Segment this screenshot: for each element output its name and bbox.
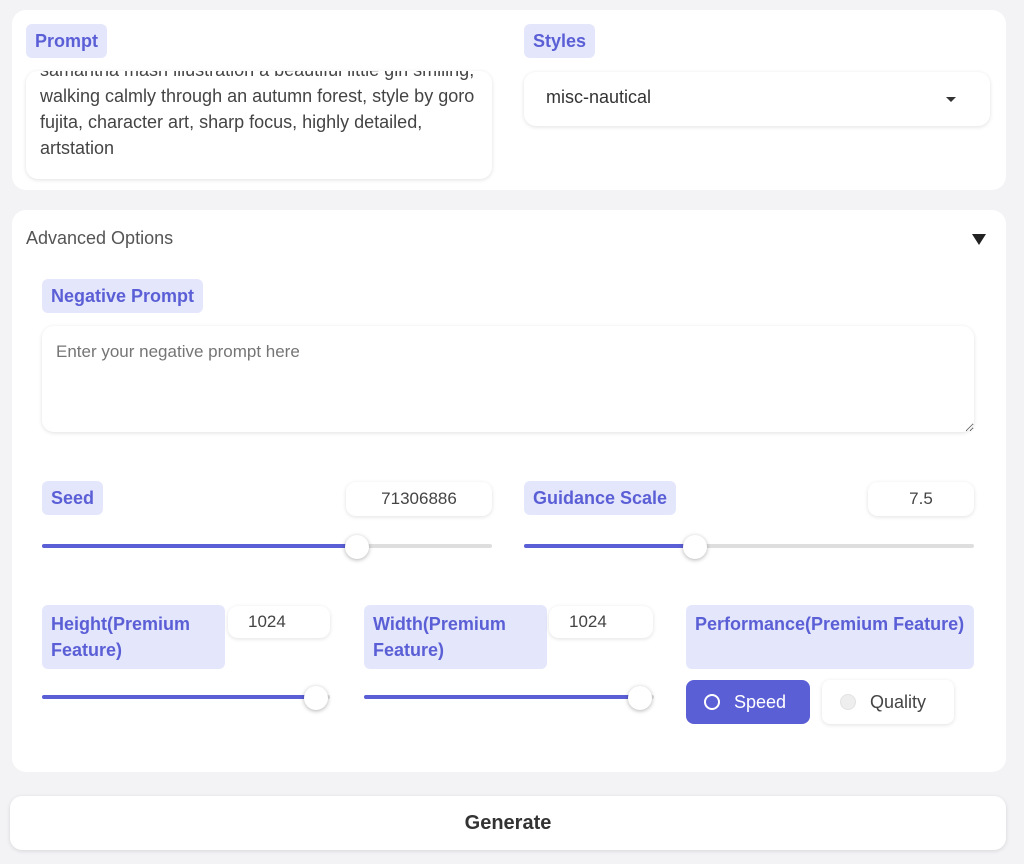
- generate-button-label: Generate: [464, 812, 552, 834]
- guidance-scale-label: Guidance Scale: [524, 481, 677, 515]
- width-value-input[interactable]: 1024: [549, 606, 653, 638]
- radio-unselected-icon: [840, 694, 856, 710]
- negative-prompt-label: Negative Prompt: [42, 279, 204, 313]
- styles-label: Styles: [524, 24, 596, 58]
- negative-prompt-input[interactable]: [42, 326, 974, 432]
- seed-slider-thumb[interactable]: [345, 535, 369, 559]
- collapse-triangle-icon: [972, 234, 986, 245]
- height-value-input[interactable]: 1024: [228, 606, 330, 638]
- seed-value-input[interactable]: 71306886: [346, 482, 492, 516]
- height-label: Height(Premium Feature): [42, 605, 225, 669]
- advanced-options-title: Advanced Options: [26, 228, 174, 248]
- width-slider-thumb[interactable]: [627, 686, 652, 710]
- performance-quality-option[interactable]: Quality: [822, 680, 954, 724]
- width-label: Width(Premium Feature): [364, 605, 547, 669]
- prompt-label: Prompt: [26, 24, 107, 58]
- advanced-options-toggle[interactable]: Advanced Options: [12, 222, 1006, 256]
- seed-label: Seed: [42, 481, 104, 515]
- guidance-scale-value-input[interactable]: 7.5: [868, 482, 974, 516]
- prompt-text: samantha mash illustration a beautiful l…: [40, 71, 475, 158]
- performance-speed-label: Speed: [734, 692, 787, 712]
- guidance-scale-slider-thumb[interactable]: [683, 535, 707, 559]
- height-slider[interactable]: [42, 686, 330, 710]
- performance-speed-option[interactable]: Speed: [686, 680, 810, 724]
- guidance-scale-slider[interactable]: [524, 535, 974, 559]
- generate-button[interactable]: Generate: [10, 796, 1006, 850]
- performance-quality-label: Quality: [870, 692, 927, 712]
- height-slider-thumb[interactable]: [303, 686, 328, 710]
- styles-selected-value: misc-nautical: [546, 87, 652, 107]
- radio-selected-icon: [704, 694, 720, 710]
- width-slider[interactable]: [364, 686, 654, 710]
- performance-label: Performance(Premium Feature): [686, 605, 974, 669]
- chevron-down-icon: [946, 97, 956, 102]
- styles-dropdown[interactable]: misc-nautical: [524, 72, 990, 126]
- seed-slider[interactable]: [42, 535, 492, 559]
